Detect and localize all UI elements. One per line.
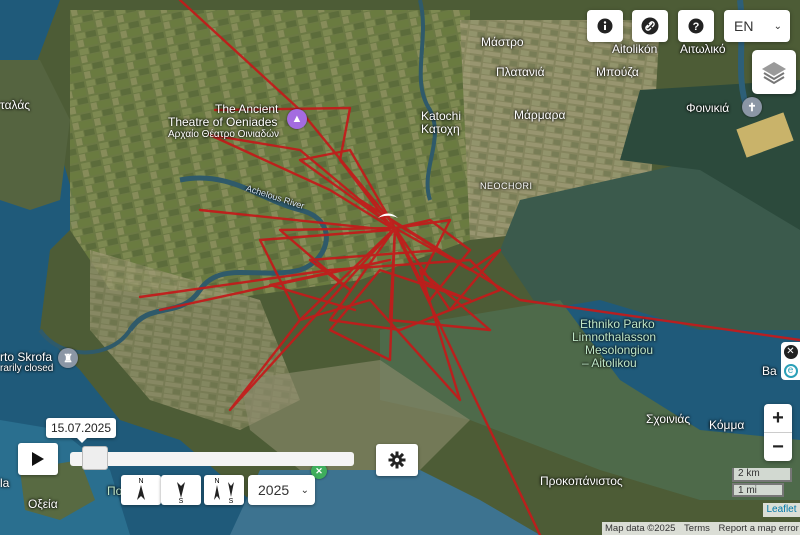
compass-north-button[interactable]: N — [121, 475, 161, 505]
place-talas: ταλάς — [0, 98, 31, 112]
svg-text:S: S — [179, 498, 184, 504]
place-foinikia: Φοινικιά — [686, 101, 730, 115]
leaflet-link[interactable]: Leaflet — [763, 503, 800, 517]
date-tooltip: 15.07.2025 — [46, 418, 116, 443]
theatre-label-1: The Ancient — [215, 102, 279, 116]
scale-km: 2 km — [732, 468, 792, 482]
track-segment — [393, 226, 502, 312]
timeline-thumb[interactable] — [82, 446, 109, 470]
close-circle-icon[interactable]: ✕ — [783, 344, 798, 359]
place-komma: Κόμμα — [709, 418, 745, 432]
theatre-pin-icon[interactable]: ▲ — [287, 109, 307, 129]
place-aitoliko-gr: Αιτωλικό — [680, 42, 726, 56]
bell-pin-icon[interactable]: ♜ — [58, 348, 78, 368]
zoom-out-button[interactable]: − — [764, 432, 792, 461]
attribution-bar: Map data ©2025 Terms Report a map error — [602, 522, 800, 535]
place-mastro: Μάστρο — [481, 35, 524, 49]
park-label-4: – Aitolikou — [582, 356, 637, 370]
gear-icon — [388, 451, 406, 469]
share-link-button[interactable] — [632, 10, 668, 42]
place-aitolikon: Aitolikón — [612, 42, 658, 56]
place-marmara: Μάρμαρα — [514, 108, 566, 122]
chevron-down-icon: ⌄ — [300, 484, 309, 496]
scale-mi: 1 mi — [732, 483, 784, 497]
place-mpouza: Μπούζα — [596, 65, 639, 79]
place-katochi: Katochi — [421, 109, 462, 123]
place-platania: Πλατανιά — [496, 65, 545, 79]
place-prokopanistos: Προκοπάνιστος — [540, 474, 623, 488]
timeline-track[interactable] — [70, 452, 354, 466]
compass-south-icon: S — [177, 482, 185, 504]
link-icon — [641, 17, 659, 35]
skrofa-label-2: rarily closed — [0, 363, 54, 374]
theatre-label-3: Αρχαίο Θέατρο Οινιαδών — [168, 129, 280, 140]
help-icon: ? — [688, 18, 704, 34]
year-select[interactable]: 2025 ⌄ — [248, 475, 315, 505]
park-label-3: Mesolongiou — [585, 343, 654, 357]
place-neochori: NEOCHORI — [480, 181, 533, 191]
compass-north-icon: N — [137, 478, 145, 500]
layers-button[interactable] — [752, 50, 796, 94]
layers-icon — [762, 62, 786, 85]
svg-text:N: N — [138, 478, 143, 485]
language-value: EN — [734, 18, 754, 34]
place-oxeia: Οξεία — [28, 497, 58, 511]
svg-text:S: S — [229, 498, 234, 504]
chevron-down-icon: ⌄ — [773, 20, 782, 32]
info-icon — [597, 18, 613, 34]
help-button[interactable]: ? — [678, 10, 714, 42]
zoom-control: + − — [764, 404, 792, 461]
terms-link[interactable]: Terms — [681, 523, 713, 534]
e-circle-icon[interactable]: e — [783, 363, 798, 378]
place-ba: Ba — [762, 364, 777, 378]
side-panel-toggle[interactable]: ✕ e — [781, 342, 800, 380]
info-button[interactable] — [587, 10, 623, 42]
map-data-text: Map data ©2025 — [605, 523, 676, 534]
zoom-in-button[interactable]: + — [764, 404, 792, 432]
language-select[interactable]: EN ⌄ — [724, 10, 790, 42]
report-error-link[interactable]: Report a map error — [716, 523, 800, 534]
place-katochi-gr: Κατοχη — [421, 122, 460, 136]
settings-button[interactable] — [376, 444, 418, 476]
play-icon — [32, 452, 44, 466]
svg-text:N: N — [214, 478, 219, 485]
park-label-1: Ethniko Parko — [580, 317, 655, 331]
church-pin-icon[interactable]: ✝ — [742, 97, 762, 117]
year-value: 2025 — [258, 482, 290, 498]
theatre-label-2: Theatre of Oeniades — [168, 115, 278, 129]
place-la: la — [0, 476, 10, 490]
svg-text:?: ? — [693, 21, 700, 33]
compass-both-button[interactable]: N S — [204, 475, 244, 505]
park-label-2: Limnothalasson — [572, 330, 657, 344]
compass-south-button[interactable]: S — [161, 475, 201, 505]
compass-both-icon: N S — [214, 478, 234, 504]
play-button[interactable] — [18, 443, 58, 475]
place-sxoinias: Σχοινιάς — [646, 412, 691, 426]
